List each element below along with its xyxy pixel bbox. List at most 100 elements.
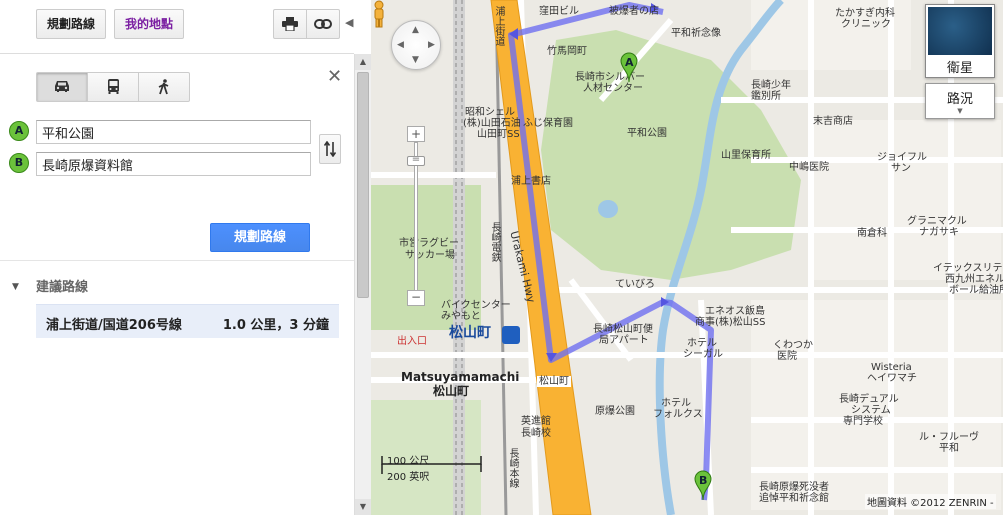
map-label: 追悼平和祈念館	[759, 493, 829, 504]
map-label: 中嶋医院	[789, 162, 829, 173]
map-label: Wisteria	[871, 362, 912, 373]
map-label: くわつか	[773, 340, 813, 351]
map-label: ヘイワマチ	[867, 373, 917, 384]
directions-panel: 規劃路線 我的地點 ◀ ✕ A 平和公園 B 長崎原爆資料館 規劃路線 ▼ 建議…	[0, 0, 354, 515]
map-label: クリニック	[841, 19, 891, 30]
map-label: 浦上街道	[493, 6, 504, 46]
map-base	[371, 0, 1003, 515]
divider	[0, 260, 354, 261]
map-label: 平和公園	[627, 128, 667, 139]
traffic-label: 路況	[946, 92, 973, 107]
car-icon	[55, 81, 69, 92]
pan-down-icon[interactable]: ▼	[412, 55, 419, 65]
mode-walk-button[interactable]	[138, 72, 190, 102]
map-label: 英進館	[521, 416, 551, 427]
scale-bar: 100 公尺 200 英呎	[381, 448, 491, 483]
map-label: 出入口	[397, 336, 427, 347]
map-label: 浦上書店	[511, 176, 551, 187]
pan-up-icon[interactable]: ▲	[412, 25, 419, 35]
map-label: 長崎松山町便	[593, 324, 653, 335]
swap-icon	[323, 140, 337, 157]
satellite-thumbnail	[928, 7, 992, 55]
satellite-toggle[interactable]: 衛星	[925, 4, 995, 78]
swap-waypoints-button[interactable]	[319, 134, 341, 164]
chevron-down-icon: ▼	[957, 107, 963, 115]
link-button[interactable]	[306, 9, 340, 39]
scroll-thumb[interactable]	[357, 72, 369, 298]
route-name: 浦上街道/国道206号線	[46, 318, 182, 333]
map-label: 鑑別所	[751, 91, 781, 102]
get-directions-button[interactable]: 規劃路線	[210, 223, 310, 252]
map-label: たかすぎ内科	[835, 8, 895, 19]
map-label: バイクセンター	[441, 300, 511, 311]
map-label: 医院	[777, 351, 797, 362]
traffic-button[interactable]: 路況 ▼	[925, 83, 995, 119]
print-button[interactable]	[273, 9, 307, 39]
map-label: 長崎校	[521, 428, 551, 439]
map-label: 長崎デュアル	[839, 394, 899, 405]
map-label: 竹馬岡町	[547, 46, 587, 57]
chevron-down-icon[interactable]: ▼	[12, 282, 19, 292]
map-label: 商事(株)松山SS	[695, 317, 766, 328]
mode-transit-button[interactable]	[87, 72, 139, 102]
map-label: 長崎本線	[507, 448, 518, 488]
map-label: みやもと	[441, 311, 481, 322]
map-label: 原爆公園	[595, 406, 635, 417]
pan-left-icon[interactable]: ◀	[397, 40, 404, 50]
scale-metric: 100 公尺	[387, 456, 430, 467]
tab-directions[interactable]: 規劃路線	[36, 9, 106, 39]
bus-icon	[107, 79, 119, 94]
travel-mode-group	[36, 72, 190, 102]
map-label: 末吉商店	[813, 116, 853, 127]
route-distance: 1.0 公里，3 分鐘	[222, 318, 329, 333]
map-label: 窪田ビル	[539, 6, 579, 17]
map-label: ホテル	[661, 398, 691, 409]
map-copyright: 地圖資料 ©2012 ZENRIN -	[865, 494, 996, 509]
zoom-slider-thumb[interactable]: =	[407, 155, 425, 166]
panel-scrollbar[interactable]: ▲ ▼	[354, 54, 371, 515]
satellite-label: 衛星	[946, 61, 973, 76]
scroll-down-arrow-icon[interactable]: ▼	[355, 499, 371, 515]
waypoint-a-marker: A	[9, 121, 29, 141]
mode-car-button[interactable]	[36, 72, 88, 102]
map-label: 被爆者の店	[609, 6, 659, 17]
route-option[interactable]: 浦上街道/国道206号線 1.0 公里，3 分鐘	[36, 304, 339, 338]
suggested-routes-title: 建議路線	[36, 280, 89, 295]
map-canvas[interactable]: 窪田ビル 被爆者の店 平和祈念像 竹馬岡町 長崎市シルバー 人材センター 昭和シ…	[371, 0, 1003, 515]
route-end-label: B	[699, 474, 708, 487]
map-label: 長崎電鉄	[489, 222, 500, 262]
map-label: 山里保育所	[721, 150, 771, 161]
origin-input[interactable]	[36, 120, 311, 144]
map-label: 平和祈念像	[671, 28, 721, 39]
map-label: (株)山田石油	[463, 118, 521, 129]
map-label: ジョイフル	[877, 152, 927, 163]
route-start-label: A	[625, 56, 634, 69]
zoom-in-button[interactable]: +	[407, 126, 425, 142]
scale-imperial: 200 英呎	[387, 472, 430, 483]
map-label: 松山町	[537, 376, 571, 387]
street-view-pegman-icon[interactable]	[371, 0, 387, 28]
map-label: システム	[851, 405, 891, 416]
collapse-left-arrow-icon[interactable]: ◀	[345, 16, 353, 29]
link-icon	[314, 19, 332, 29]
map-label: 西九州エネル	[945, 274, 1003, 285]
pan-right-icon[interactable]: ▶	[428, 40, 435, 50]
waypoint-b-marker: B	[9, 153, 29, 173]
scroll-up-arrow-icon[interactable]: ▲	[355, 54, 371, 70]
map-label: フォルクス	[653, 409, 703, 420]
zoom-out-button[interactable]: −	[407, 290, 425, 306]
tab-my-places[interactable]: 我的地點	[114, 9, 184, 39]
destination-input[interactable]	[36, 152, 311, 176]
close-icon[interactable]: ✕	[327, 66, 342, 87]
map-label: 長崎原爆死没者	[759, 482, 829, 493]
pan-control[interactable]: ▲ ▼ ◀ ▶	[391, 20, 441, 70]
map-label: 南倉科	[857, 228, 887, 239]
map-label: エネオス飯島	[705, 306, 765, 317]
map-label: イテックスリテ	[933, 263, 1003, 274]
map-label: ル・フルーヴ	[919, 432, 979, 443]
map-label: ボール給油所	[949, 285, 1003, 296]
map-label: ナガサキ	[919, 227, 959, 238]
print-icon	[282, 17, 298, 32]
map-label: 長崎少年	[751, 80, 791, 91]
map-label: ていびろ	[615, 279, 655, 290]
